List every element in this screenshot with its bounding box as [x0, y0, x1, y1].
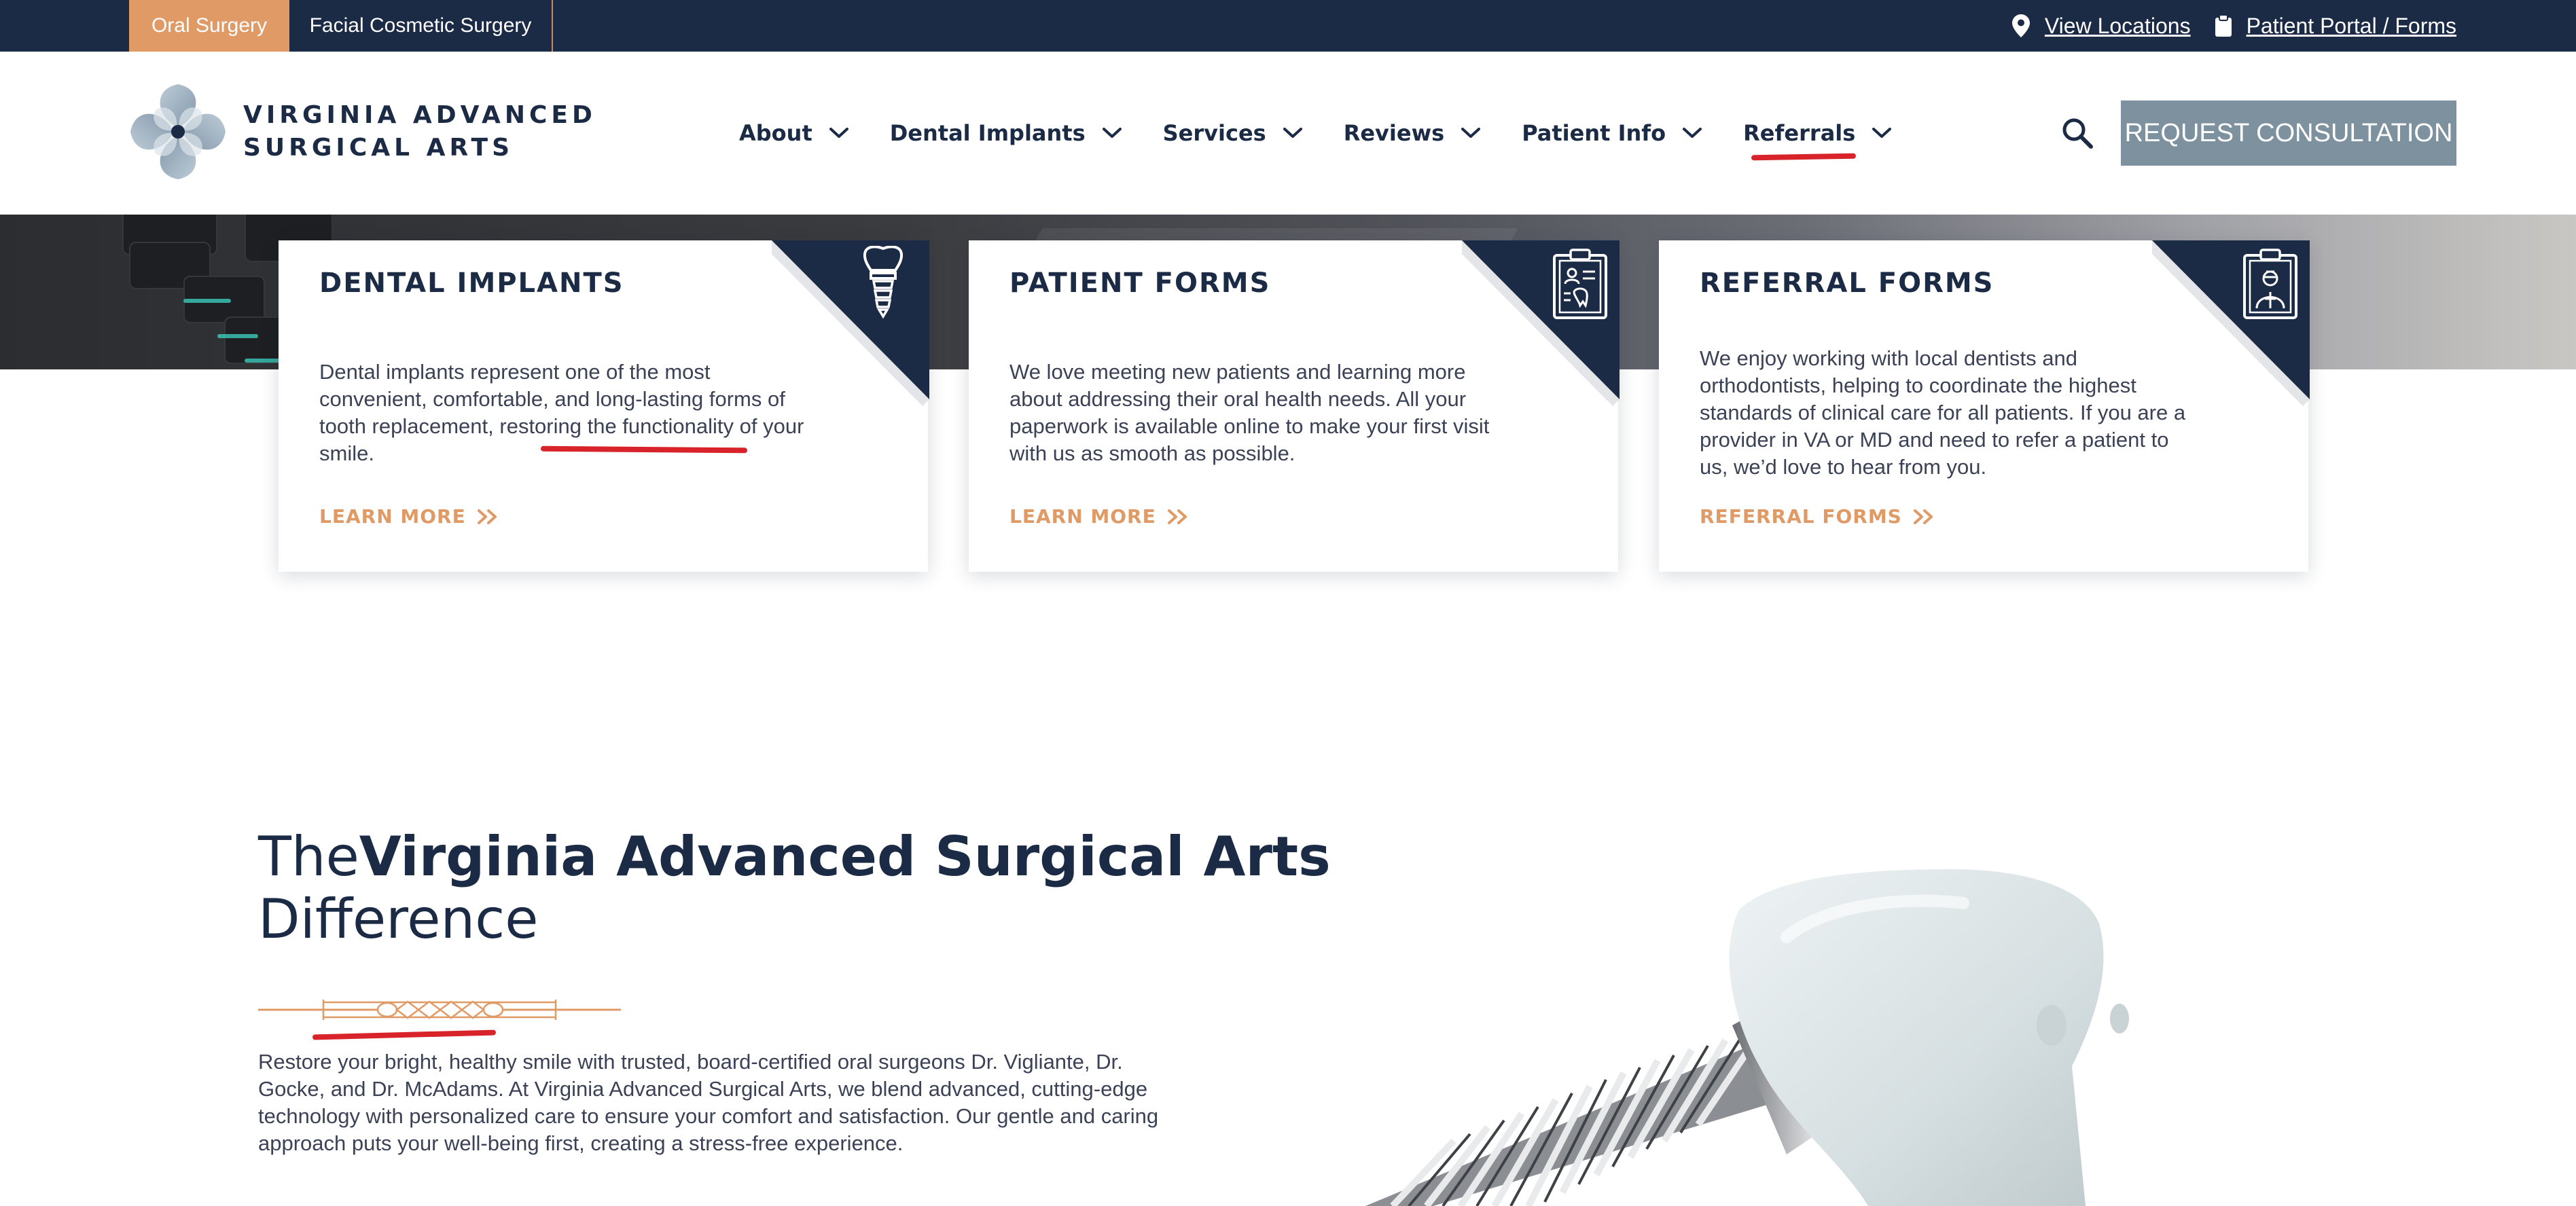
chevron-down-icon: [1102, 128, 1122, 138]
clipboard-tooth-icon: [1553, 249, 1607, 319]
decorative-divider: [258, 1000, 621, 1020]
main-nav: About Dental Implants Services Reviews P…: [739, 52, 1933, 215]
referral-forms-link[interactable]: REFERRAL FORMS: [1700, 505, 1936, 528]
clipboard-doctor-icon: [2243, 249, 2297, 319]
nav-item-about[interactable]: About: [739, 120, 849, 146]
double-chevron-right-icon: [1167, 509, 1187, 524]
nav-label: Reviews: [1343, 120, 1445, 146]
card-text: We enjoy working with local dentists and…: [1700, 346, 2186, 479]
tooth-implant-icon: [863, 246, 903, 319]
heading-prefix: The: [258, 825, 359, 888]
double-chevron-right-icon: [1913, 509, 1933, 524]
card-title: PATIENT FORMS: [1009, 268, 1271, 299]
nav-label: Referrals: [1743, 120, 1856, 146]
difference-heading: TheVirginia Advanced Surgical Arts Diffe…: [258, 826, 1331, 951]
learn-more-label: LEARN MORE: [319, 505, 466, 528]
double-chevron-right-icon: [477, 509, 497, 524]
nav-item-dental-implants[interactable]: Dental Implants: [890, 120, 1122, 146]
red-annotation-underline: [312, 1029, 497, 1040]
view-locations-link[interactable]: View Locations: [2011, 13, 2191, 39]
top-utility-bar: Oral Surgery Facial Cosmetic Surgery Vie…: [0, 0, 2576, 63]
learn-more-link[interactable]: LEARN MORE: [1009, 505, 1190, 528]
tab-facial-cosmetic-surgery[interactable]: Facial Cosmetic Surgery: [289, 0, 553, 52]
view-locations-label: View Locations: [2044, 13, 2191, 38]
site-header: VIRGINIA ADVANCED SURGICAL ARTS About De…: [0, 52, 2576, 215]
patient-portal-label: Patient Portal / Forms: [2246, 13, 2456, 38]
clipboard-icon: [2215, 15, 2232, 37]
nav-label: Patient Info: [1522, 120, 1666, 146]
top-links: View Locations Patient Portal / Forms: [2011, 0, 2456, 52]
nav-item-reviews[interactable]: Reviews: [1344, 120, 1481, 146]
nav-label: Dental Implants: [889, 120, 1086, 146]
logo-wordmark: VIRGINIA ADVANCED SURGICAL ARTS: [243, 99, 596, 164]
chevron-down-icon: [829, 128, 848, 138]
card-dental-implants: DENTAL IMPLANTS Dental implants represen…: [279, 240, 929, 572]
request-consultation-button[interactable]: REQUEST CONSULTATION: [2121, 100, 2456, 166]
chevron-down-icon: [1683, 128, 1702, 138]
learn-more-label: LEARN MORE: [1009, 505, 1156, 528]
tab-oral-surgery[interactable]: Oral Surgery: [129, 0, 289, 63]
card-title: DENTAL IMPLANTS: [319, 268, 624, 299]
nav-label: Services: [1162, 120, 1266, 146]
chevron-down-icon: [1872, 128, 1892, 138]
card-text: We love meeting new patients and learnin…: [1009, 360, 1490, 465]
nav-item-patient-info[interactable]: Patient Info: [1522, 120, 1702, 146]
search-icon[interactable]: [2061, 117, 2094, 149]
card-patient-forms: PATIENT FORMS We love meeting new patien…: [969, 240, 1620, 572]
map-pin-icon: [2011, 14, 2030, 37]
flower-logo-icon: [130, 84, 226, 179]
nav-label: About: [739, 120, 812, 146]
learn-more-link[interactable]: LEARN MORE: [319, 505, 500, 528]
card-referral-forms: REFERRAL FORMS We enjoy working with loc…: [1659, 240, 2310, 572]
heading-suffix: Difference: [258, 888, 539, 951]
card-title: REFERRAL FORMS: [1700, 268, 1994, 299]
heading-bold: Virginia Advanced Surgical Arts: [359, 825, 1331, 888]
nav-item-services[interactable]: Services: [1163, 120, 1303, 146]
chevron-down-icon: [1461, 128, 1481, 138]
chevron-down-icon: [1283, 128, 1302, 138]
nav-item-referrals[interactable]: Referrals: [1743, 120, 1892, 146]
patient-portal-link[interactable]: Patient Portal / Forms: [2215, 14, 2456, 39]
logo-line-2: SURGICAL ARTS: [243, 134, 514, 162]
difference-body: Restore your bright, healthy smile with …: [258, 1050, 1159, 1155]
dental-implant-image: [1365, 862, 2235, 1206]
referral-forms-label: REFERRAL FORMS: [1700, 505, 1902, 528]
logo-line-1: VIRGINIA ADVANCED: [243, 101, 596, 129]
site-logo[interactable]: VIRGINIA ADVANCED SURGICAL ARTS: [129, 83, 596, 181]
